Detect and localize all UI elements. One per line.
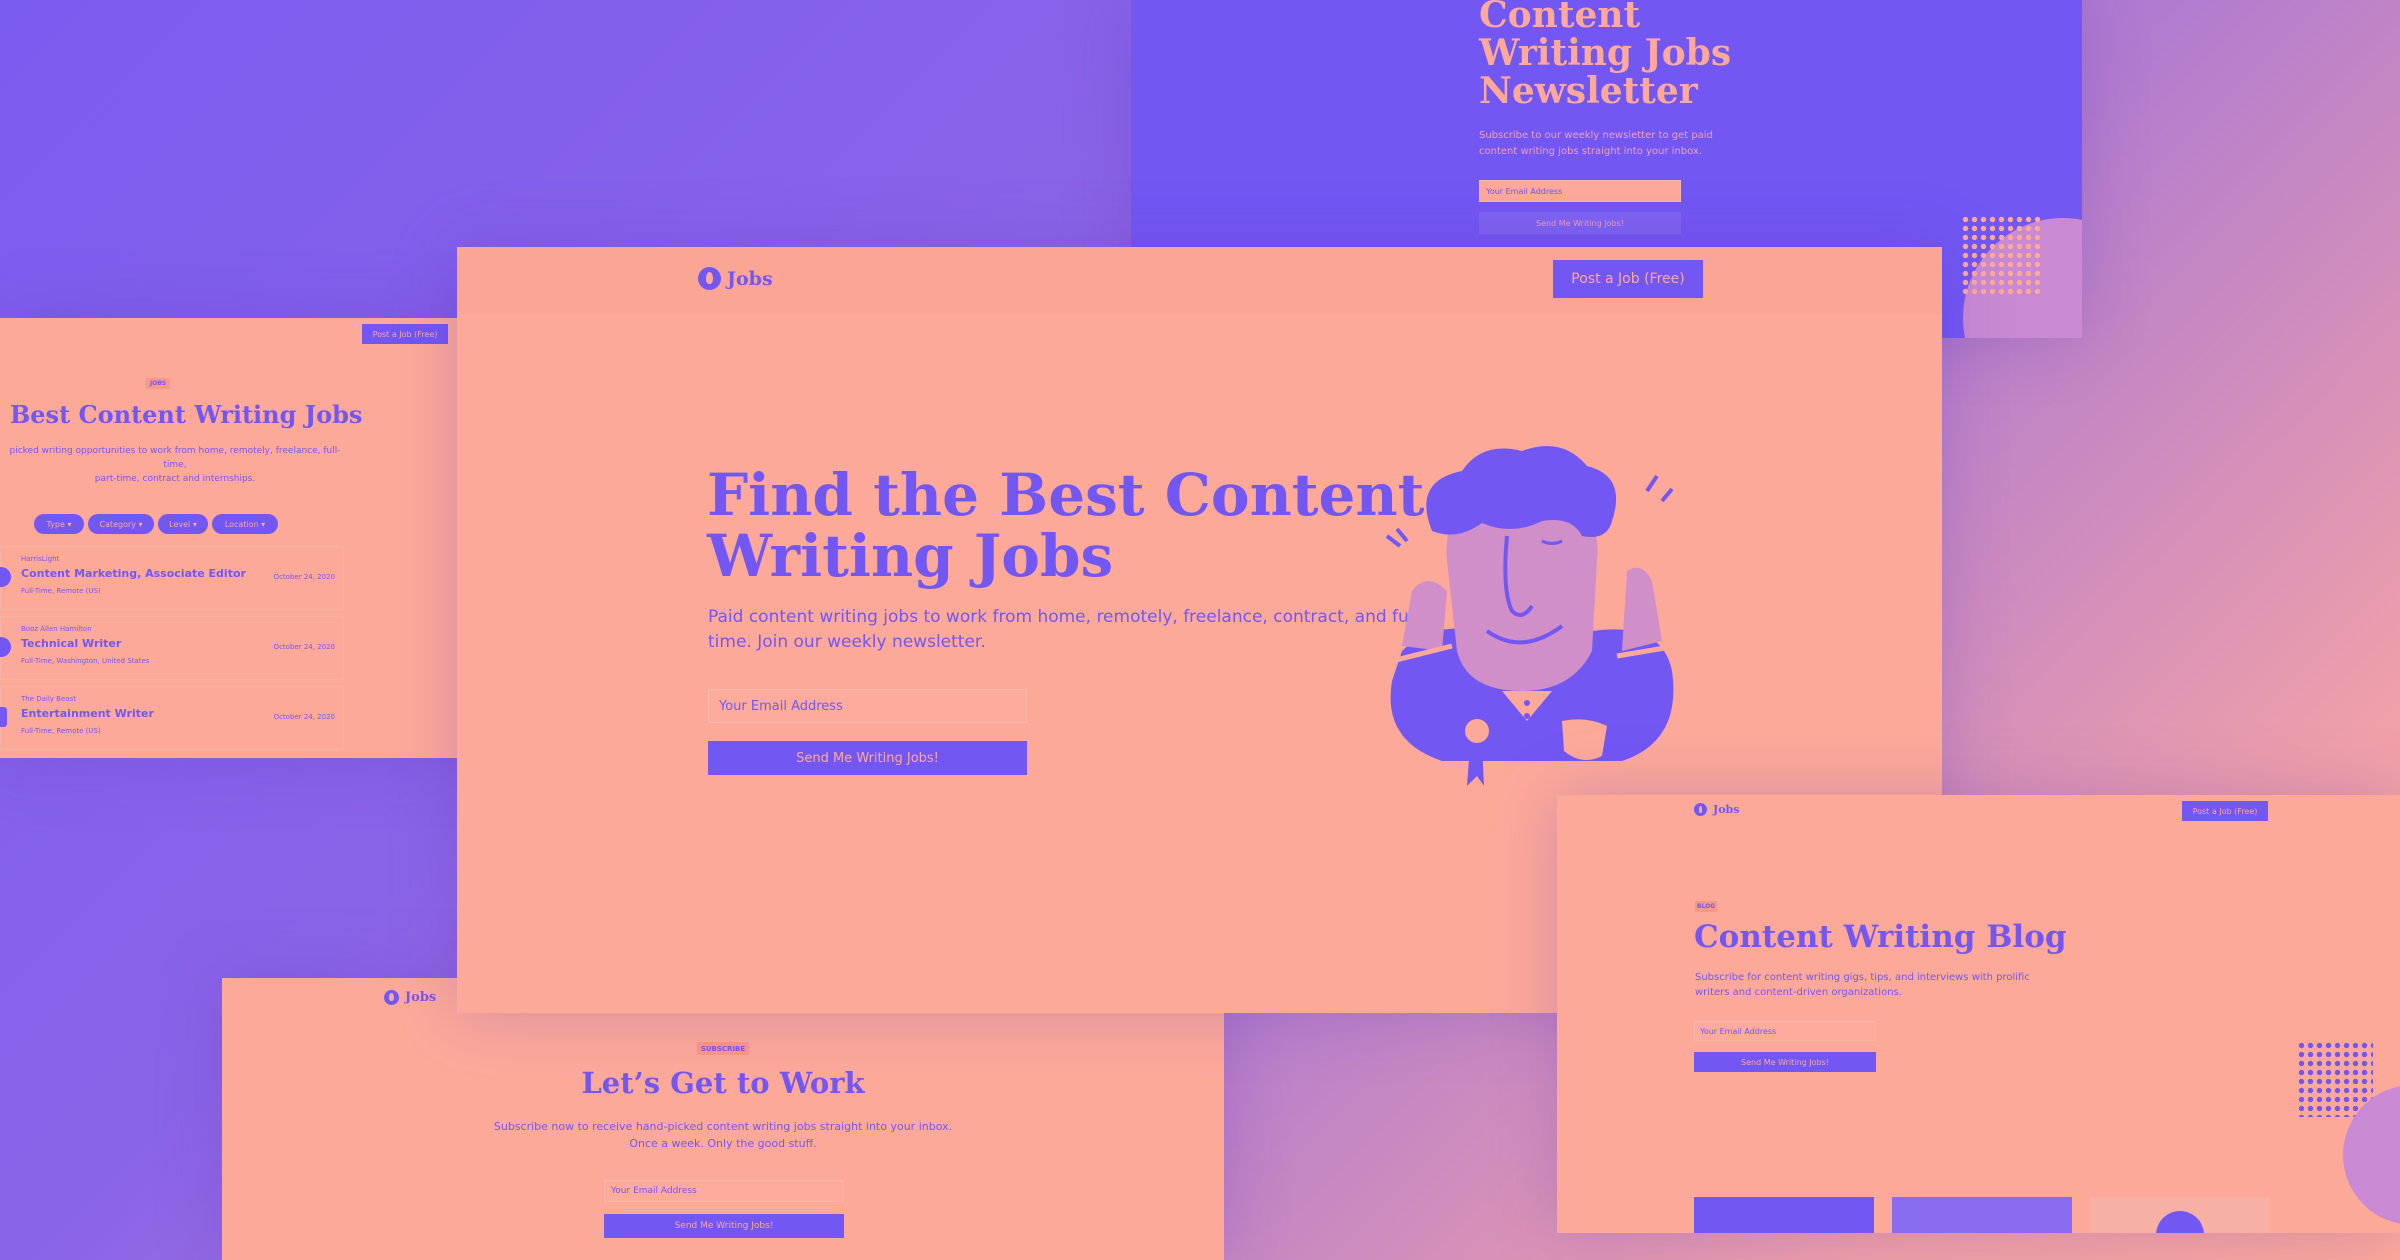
hero-subtitle: Paid content writing jobs to work from h… <box>708 607 1425 652</box>
pen-nib-icon <box>1694 803 1707 816</box>
pen-nib-icon <box>384 990 399 1005</box>
filter-location[interactable]: Location ▾ <box>212 514 278 534</box>
company-logo <box>0 637 11 657</box>
writer-illustration <box>1385 446 1678 786</box>
filter-category[interactable]: Category ▾ <box>88 514 154 534</box>
job-list: HarrisLight Content Marketing, Associate… <box>0 546 344 756</box>
header: Jobs Post a Job (Free) <box>457 247 1942 314</box>
blog-post-job-button[interactable]: Post a Job (Free) <box>2182 801 2268 821</box>
newsletter-title: Content Writing Jobs Newsletter <box>1479 0 1732 112</box>
portrait-head <box>2156 1211 2204 1233</box>
jobs-description: picked writing opportunities to work fro… <box>9 446 341 484</box>
filter-bar: Type ▾ Category ▾ Level ▾ Location ▾ <box>0 514 300 534</box>
subscribe-email-input[interactable]: Your Email Address <box>604 1180 844 1202</box>
filter-level[interactable]: Level ▾ <box>158 514 208 534</box>
decorative-dots <box>1961 215 2041 295</box>
job-row[interactable]: Booz Allen Hamilton Technical Writer Ful… <box>0 616 344 680</box>
pen-nib-icon <box>698 267 721 290</box>
blog-thumbnails <box>1694 1197 2270 1233</box>
hero-headline: Find the Best Content Writing Jobs <box>707 461 1425 590</box>
subscribe-submit-button[interactable]: Send Me Writing Jobs! <box>604 1214 844 1238</box>
subscribe-badge: SUBSCRIBE <box>697 1042 749 1055</box>
job-row[interactable]: The Daily Beast Entertainment Writer Ful… <box>0 686 344 750</box>
filter-type[interactable]: Type ▾ <box>34 514 84 534</box>
hero-logo[interactable]: Jobs <box>698 267 773 290</box>
hero-email-input[interactable]: Your Email Address <box>708 689 1027 723</box>
jobs-badge: JOBS <box>146 378 170 389</box>
blog-description: Subscribe for content writing gigs, tips… <box>1695 972 2030 998</box>
subscribe-description: Subscribe now to receive hand-picked con… <box>493 1120 953 1150</box>
newsletter-description: Subscribe to our weekly newsletter to ge… <box>1479 130 1713 157</box>
company-logo <box>0 707 7 727</box>
blog-panel: Jobs Post a Job (Free) BLOG Content Writ… <box>1557 795 2400 1233</box>
blog-thumbnail[interactable] <box>1892 1197 2072 1233</box>
subscribe-logo: Jobs <box>384 990 436 1005</box>
jobs-title: Best Content Writing Jobs <box>10 400 363 429</box>
blog-badge: BLOG <box>1695 901 1717 912</box>
blog-email-input[interactable]: Your Email Address <box>1694 1021 1876 1041</box>
company-logo <box>0 567 11 587</box>
subscribe-panel: Jobs SUBSCRIBE Let’s Get to Work Subscri… <box>222 978 1224 1260</box>
job-row[interactable]: HarrisLight Content Marketing, Associate… <box>0 546 344 610</box>
blog-submit-button[interactable]: Send Me Writing Jobs! <box>1694 1052 1876 1072</box>
subscribe-title: Let’s Get to Work <box>581 1066 865 1100</box>
jobs-post-job-button[interactable]: Post a Job (Free) <box>362 324 448 344</box>
blog-thumbnail[interactable] <box>2090 1197 2270 1233</box>
newsletter-email-input[interactable]: Your Email Address <box>1479 180 1681 202</box>
hero-submit-button[interactable]: Send Me Writing Jobs! <box>708 741 1027 775</box>
blog-title: Content Writing Blog <box>1694 919 2067 955</box>
post-job-button[interactable]: Post a Job (Free) <box>1553 260 1703 298</box>
blog-thumbnail[interactable] <box>1694 1197 1874 1233</box>
newsletter-submit-button[interactable]: Send Me Writing Jobs! <box>1479 212 1681 234</box>
blog-logo: Jobs <box>1694 803 1739 816</box>
